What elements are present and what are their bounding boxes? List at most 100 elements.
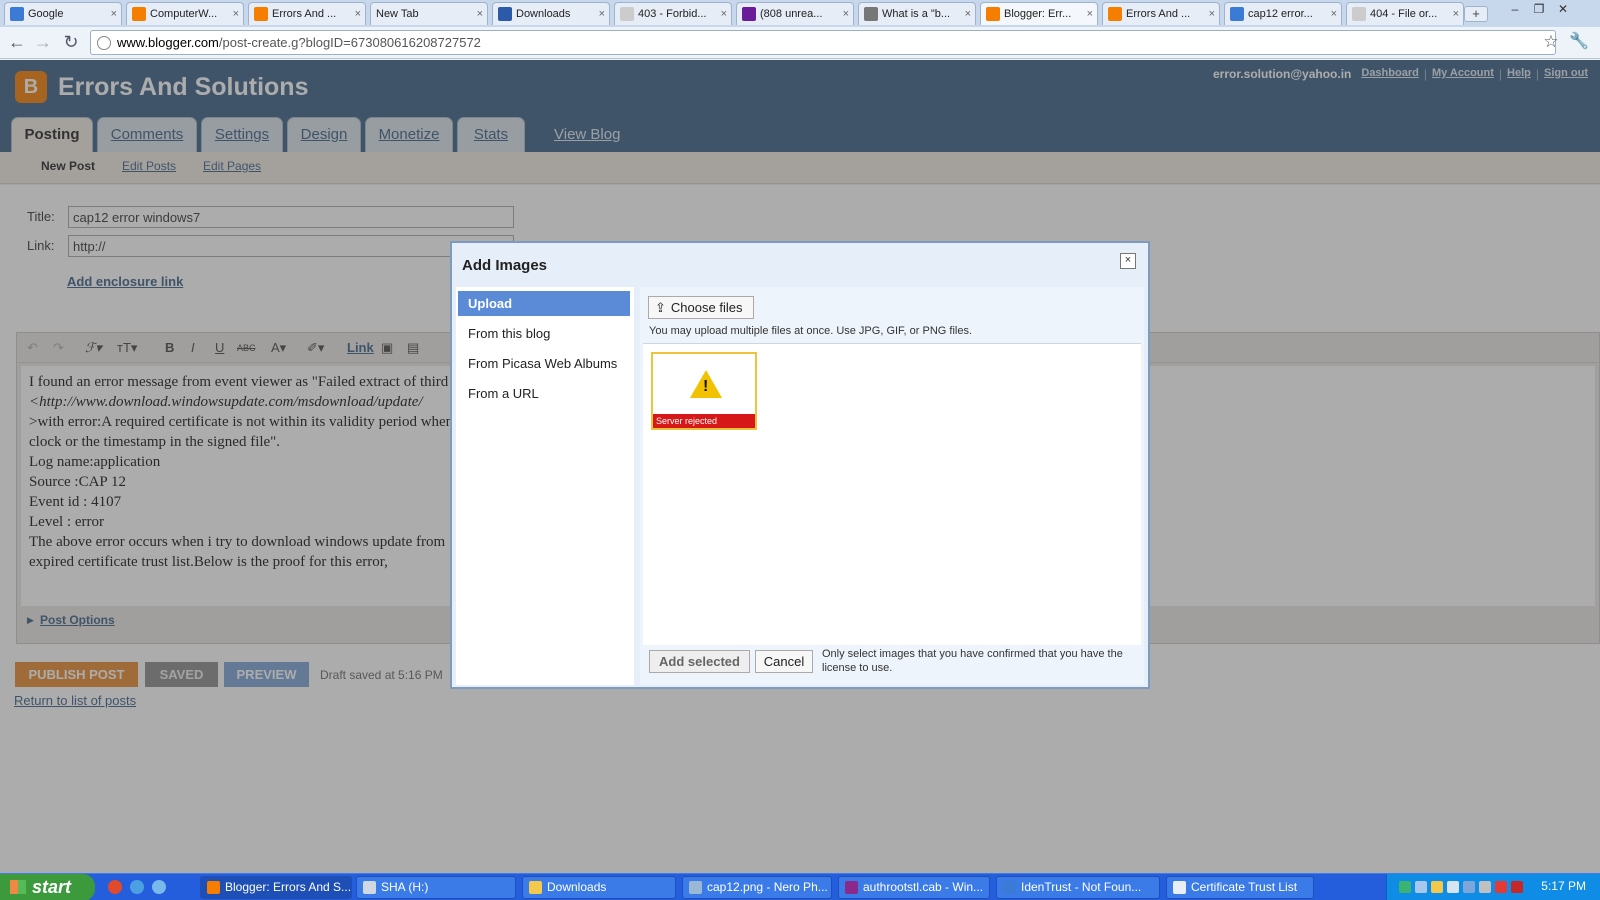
tab-title: 404 - File or... bbox=[1370, 8, 1438, 20]
download-icon bbox=[498, 7, 512, 21]
blogger-icon bbox=[986, 7, 1000, 21]
tab-close-icon[interactable]: × bbox=[1209, 8, 1215, 20]
source-picasa[interactable]: From Picasa Web Albums bbox=[458, 351, 630, 376]
tray-icon[interactable] bbox=[1399, 881, 1411, 893]
tray-icon[interactable] bbox=[1479, 881, 1491, 893]
minimize-icon[interactable]: – bbox=[1504, 2, 1526, 18]
address-bar[interactable]: www.blogger.com/post-create.g?blogID=673… bbox=[90, 30, 1556, 55]
dialog-title: Add Images bbox=[462, 257, 548, 274]
tab-close-icon[interactable]: × bbox=[1087, 8, 1093, 20]
tray-icon[interactable] bbox=[1511, 881, 1523, 893]
upload-hint: You may upload multiple files at once. U… bbox=[649, 325, 973, 337]
browser-tab[interactable]: New Tab × bbox=[370, 2, 488, 25]
browser-tab[interactable]: Errors And ... × bbox=[248, 2, 366, 25]
browser-tab[interactable]: 403 - Forbid... × bbox=[614, 2, 732, 25]
browser-tab[interactable]: cap12 error... × bbox=[1224, 2, 1342, 25]
tray-icon[interactable] bbox=[1463, 881, 1475, 893]
browser-tab[interactable]: What is a "b... × bbox=[858, 2, 976, 25]
tab-close-icon[interactable]: × bbox=[721, 8, 727, 20]
taskbar-item-label: Blogger: Errors And S... bbox=[225, 880, 352, 894]
cancel-button[interactable]: Cancel bbox=[755, 650, 813, 673]
choose-files-label: Choose files bbox=[670, 300, 743, 315]
tab-title: (808 unrea... bbox=[760, 8, 823, 20]
globe-icon bbox=[97, 35, 111, 50]
tray-icon[interactable] bbox=[1447, 881, 1459, 893]
image-thumbnail[interactable]: ! Server rejected bbox=[651, 352, 757, 430]
tab-title: New Tab bbox=[376, 8, 419, 20]
taskbar-item-label: Downloads bbox=[547, 880, 607, 894]
start-button[interactable]: start bbox=[0, 874, 95, 900]
source-url[interactable]: From a URL bbox=[458, 381, 630, 406]
tab-close-icon[interactable]: × bbox=[965, 8, 971, 20]
source-this-blog[interactable]: From this blog bbox=[458, 321, 630, 346]
internet-explorer-icon[interactable] bbox=[130, 880, 144, 894]
taskbar-item[interactable]: IdenTrust - Not Foun... bbox=[996, 876, 1160, 899]
browser-tab[interactable]: Blogger: Err... × bbox=[980, 2, 1098, 25]
tab-close-icon[interactable]: × bbox=[111, 8, 117, 20]
windows-logo-icon bbox=[10, 880, 26, 894]
maximize-icon[interactable]: ❐ bbox=[1528, 2, 1550, 18]
app-icon bbox=[689, 881, 702, 894]
warning-icon-mark: ! bbox=[703, 378, 709, 395]
app-icon bbox=[363, 881, 376, 894]
system-tray: 5:17 PM bbox=[1386, 874, 1600, 900]
taskbar-item[interactable]: Blogger: Errors And S... bbox=[200, 876, 352, 899]
taskbar-item-label: cap12.png - Nero Ph... bbox=[707, 880, 828, 894]
source-upload[interactable]: Upload bbox=[458, 291, 630, 316]
tab-title: 403 - Forbid... bbox=[638, 8, 707, 20]
taskbar-item-label: IdenTrust - Not Foun... bbox=[1021, 880, 1142, 894]
choose-files-button[interactable]: ⇪ Choose files bbox=[648, 296, 754, 319]
tab-title: Errors And ... bbox=[272, 8, 337, 20]
chrome-icon[interactable] bbox=[108, 880, 122, 894]
taskbar-item[interactable]: cap12.png - Nero Ph... bbox=[682, 876, 832, 899]
tab-close-icon[interactable]: × bbox=[1453, 8, 1459, 20]
taskbar-item-label: authrootstl.cab - Win... bbox=[863, 880, 984, 894]
tab-title: What is a "b... bbox=[882, 8, 951, 20]
star-bookmark-icon[interactable]: ☆ bbox=[1540, 31, 1562, 53]
tray-icon[interactable] bbox=[1495, 881, 1507, 893]
browser-tab[interactable]: Errors And ... × bbox=[1102, 2, 1220, 25]
reload-icon[interactable]: ↻ bbox=[60, 31, 82, 53]
forward-arrow-icon[interactable]: → bbox=[32, 31, 54, 53]
tab-close-icon[interactable]: × bbox=[477, 8, 483, 20]
tab-title: Errors And ... bbox=[1126, 8, 1191, 20]
status-badge: Server rejected bbox=[653, 414, 755, 428]
close-window-icon[interactable]: ✕ bbox=[1552, 2, 1574, 18]
taskbar-item[interactable]: Certificate Trust List bbox=[1166, 876, 1314, 899]
tab-close-icon[interactable]: × bbox=[355, 8, 361, 20]
browser-tab[interactable]: 404 - File or... × bbox=[1346, 2, 1464, 25]
close-icon[interactable]: × bbox=[1120, 253, 1136, 269]
tray-icon[interactable] bbox=[1415, 881, 1427, 893]
tab-close-icon[interactable]: × bbox=[843, 8, 849, 20]
app-icon bbox=[207, 881, 220, 894]
taskbar-clock: 5:17 PM bbox=[1541, 879, 1586, 893]
taskbar-item[interactable]: authrootstl.cab - Win... bbox=[838, 876, 990, 899]
browser-toolbar: ← → ↻ www.blogger.com/post-create.g?blog… bbox=[0, 27, 1600, 59]
new-tab-button[interactable]: + bbox=[1464, 6, 1488, 22]
google-icon bbox=[10, 7, 24, 21]
add-images-dialog: Add Images × Upload From this blog From … bbox=[450, 241, 1150, 689]
browser-tab[interactable]: Google × bbox=[4, 2, 122, 25]
taskbar-item-label: Certificate Trust List bbox=[1191, 880, 1298, 894]
browser-tab[interactable]: ComputerW... × bbox=[126, 2, 244, 25]
back-arrow-icon[interactable]: ← bbox=[6, 31, 28, 53]
quicklaunch-icon[interactable] bbox=[152, 880, 166, 894]
tab-close-icon[interactable]: × bbox=[1331, 8, 1337, 20]
upload-panel: ⇪ Choose files You may upload multiple fi… bbox=[640, 287, 1144, 685]
tab-title: cap12 error... bbox=[1248, 8, 1313, 20]
url-path: /post-create.g?blogID=673080616208727572 bbox=[218, 35, 481, 50]
taskbar-item[interactable]: Downloads bbox=[522, 876, 676, 899]
google-icon bbox=[1230, 7, 1244, 21]
tab-close-icon[interactable]: × bbox=[233, 8, 239, 20]
image-source-list: Upload From this blog From Picasa Web Al… bbox=[456, 287, 634, 685]
taskbar-item[interactable]: SHA (H:) bbox=[356, 876, 516, 899]
tray-icon[interactable] bbox=[1431, 881, 1443, 893]
wrench-menu-icon[interactable]: 🔧 bbox=[1568, 31, 1590, 53]
tab-title: Downloads bbox=[516, 8, 571, 20]
add-selected-button[interactable]: Add selected bbox=[649, 650, 750, 673]
browser-tab[interactable]: (808 unrea... × bbox=[736, 2, 854, 25]
browser-tab[interactable]: Downloads × bbox=[492, 2, 610, 25]
tab-close-icon[interactable]: × bbox=[599, 8, 605, 20]
app-icon bbox=[845, 881, 858, 894]
tab-title: Blogger: Err... bbox=[1004, 8, 1072, 20]
